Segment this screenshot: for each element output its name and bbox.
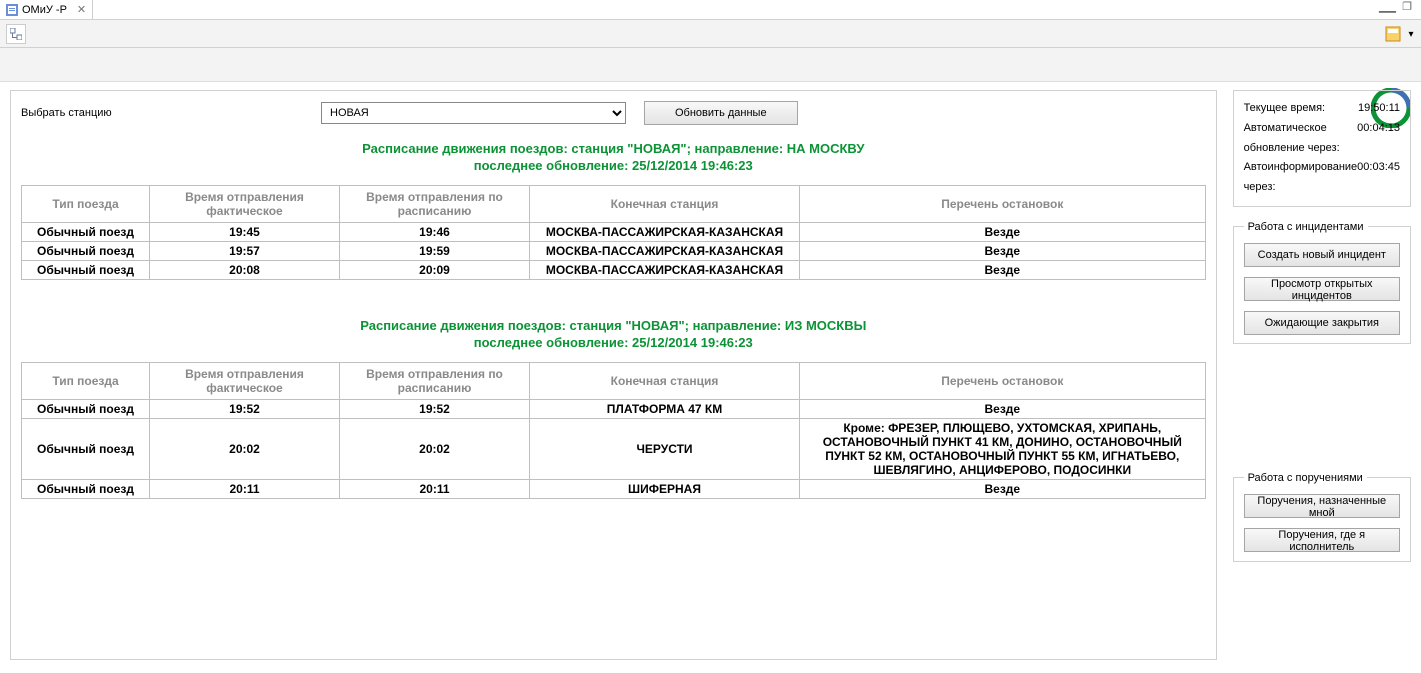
station-select-label: Выбрать станцию <box>21 107 321 119</box>
col-stops: Перечень остановок <box>800 362 1206 399</box>
window-controls: ▁▁ ❐ <box>1379 2 1415 14</box>
schedule-title-to-moscow: Расписание движения поездов: станция "НО… <box>21 141 1206 175</box>
col-type: Тип поезда <box>22 185 150 222</box>
toolbar-dropdown-icon[interactable]: ▾ <box>1407 24 1415 44</box>
col-fact: Время отправления фактическое <box>150 362 340 399</box>
schedule-table-from-moscow: Тип поезда Время отправления фактическое… <box>21 362 1206 499</box>
table-row: Обычный поезд20:0820:09МОСКВА-ПАССАЖИРСК… <box>22 260 1206 279</box>
col-stops: Перечень остановок <box>800 185 1206 222</box>
window-minimize-icon[interactable]: ▁▁ <box>1379 2 1395 14</box>
table-row: Обычный поезд20:0220:02ЧЕРУСТИКроме: ФРЕ… <box>22 418 1206 479</box>
incidents-legend: Работа с инцидентами <box>1244 221 1368 233</box>
schedule-panel: Выбрать станцию НОВАЯ Обновить данные Ра… <box>10 90 1217 660</box>
pending-incidents-button[interactable]: Ожидающие закрытия <box>1244 311 1400 335</box>
station-select[interactable]: НОВАЯ <box>321 102 626 124</box>
col-type: Тип поезда <box>22 362 150 399</box>
table-row: Обычный поезд20:1120:11ШИФЕРНАЯВезде <box>22 479 1206 498</box>
refresh-button[interactable]: Обновить данные <box>644 101 798 125</box>
auto-inform-value: 00:03:45 <box>1357 158 1400 198</box>
schedule-table-to-moscow: Тип поезда Время отправления фактическое… <box>21 185 1206 280</box>
col-plan: Время отправления по расписанию <box>340 185 530 222</box>
tab-close-icon[interactable]: ✕ <box>77 3 86 16</box>
toolbar-tree-icon[interactable] <box>6 24 26 44</box>
create-incident-button[interactable]: Создать новый инцидент <box>1244 243 1400 267</box>
tab-omiu[interactable]: ОМиУ -Р ✕ <box>0 0 93 19</box>
tab-label: ОМиУ -Р <box>22 4 67 16</box>
content-band <box>0 48 1421 82</box>
tasks-group: Работа с поручениями Поручения, назначен… <box>1233 472 1411 562</box>
table-row: Обычный поезд19:5219:52ПЛАТФОРМА 47 КМВе… <box>22 399 1206 418</box>
table-row: Обычный поезд19:5719:59МОСКВА-ПАССАЖИРСК… <box>22 241 1206 260</box>
current-time-value: 19:50:11 <box>1358 99 1400 119</box>
incidents-group: Работа с инцидентами Создать новый инцид… <box>1233 221 1411 344</box>
view-incidents-button[interactable]: Просмотр открытых инцидентов <box>1244 277 1400 301</box>
tab-bar: ОМиУ -Р ✕ ▁▁ ❐ <box>0 0 1421 20</box>
window-restore-icon[interactable]: ❐ <box>1399 2 1415 14</box>
col-plan: Время отправления по расписанию <box>340 362 530 399</box>
tasks-legend: Работа с поручениями <box>1244 472 1367 484</box>
col-dest: Конечная станция <box>530 362 800 399</box>
tasks-assigned-by-me-button[interactable]: Поручения, назначенные мной <box>1244 494 1400 518</box>
status-box: Текущее время: 19:50:11 Автоматическое об… <box>1233 90 1411 207</box>
col-dest: Конечная станция <box>530 185 800 222</box>
auto-refresh-value: 00:04:13 <box>1357 119 1400 159</box>
toolbar: ▾ <box>0 20 1421 48</box>
auto-refresh-label: Автоматическое обновление через: <box>1244 119 1358 159</box>
tasks-assigned-to-me-button[interactable]: Поручения, где я исполнитель <box>1244 528 1400 552</box>
app-icon <box>6 4 18 16</box>
toolbar-perspective-icon[interactable] <box>1383 24 1403 44</box>
side-column: Текущее время: 19:50:11 Автоматическое об… <box>1233 90 1411 660</box>
current-time-label: Текущее время: <box>1244 99 1326 119</box>
auto-inform-label: Автоинформирование через: <box>1244 158 1358 198</box>
col-fact: Время отправления фактическое <box>150 185 340 222</box>
table-row: Обычный поезд19:4519:46МОСКВА-ПАССАЖИРСК… <box>22 222 1206 241</box>
filter-row: Выбрать станцию НОВАЯ Обновить данные <box>21 101 1206 125</box>
schedule-title-from-moscow: Расписание движения поездов: станция "НО… <box>21 318 1206 352</box>
